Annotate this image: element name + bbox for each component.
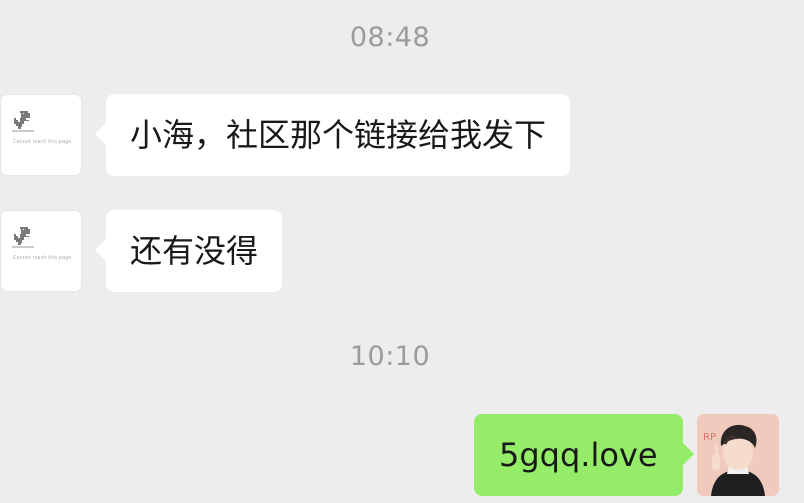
timestamp: 10:10 — [349, 341, 431, 372]
message-text: 还有没得 — [130, 232, 259, 270]
message-text: 小海，社区那个链接给我发下 — [130, 116, 547, 154]
timestamp: 08:48 — [349, 22, 431, 53]
contact-avatar[interactable]: Cannot reach this page — [0, 94, 82, 176]
avatar-caption: Cannot reach this page — [13, 255, 72, 261]
person-photo-icon: RP — [697, 414, 779, 496]
sent-message-bubble[interactable]: 5gqq.love — [474, 414, 694, 496]
user-avatar[interactable]: RP — [697, 414, 779, 496]
avatar-caption: Cannot reach this page — [13, 139, 72, 145]
dinosaur-icon — [12, 227, 34, 248]
received-message-bubble[interactable]: 小海，社区那个链接给我发下 — [94, 94, 571, 176]
received-message-bubble[interactable]: 还有没得 — [94, 210, 283, 292]
contact-avatar[interactable]: Cannot reach this page — [0, 210, 82, 292]
svg-text:RP: RP — [703, 432, 716, 443]
message-text: 5gqq.love — [499, 436, 658, 474]
dinosaur-icon — [12, 111, 34, 132]
